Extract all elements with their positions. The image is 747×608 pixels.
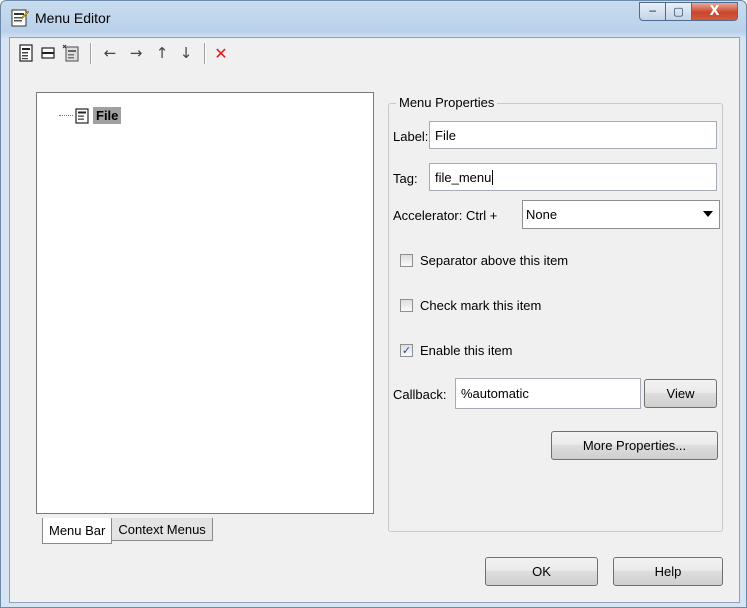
- checkmark-checkbox-label: Check mark this item: [420, 298, 542, 313]
- menu-editor-window: Menu Editor ─ ▢ X ← → ↑ ↓ ✕ File Menu Ba…: [0, 0, 747, 608]
- close-icon: X: [709, 4, 720, 19]
- label-field-value: File: [435, 127, 456, 143]
- tag-field-value: file_menu: [435, 169, 492, 185]
- separator-checkbox-label: Separator above this item: [420, 253, 569, 268]
- tree-item-file[interactable]: File: [59, 107, 122, 124]
- menu-tree[interactable]: File: [36, 92, 374, 514]
- separator-checkbox-row[interactable]: Separator above this item: [400, 253, 568, 268]
- toolbar: ← → ↑ ↓ ✕: [10, 38, 739, 68]
- maximize-icon: ▢: [673, 5, 684, 18]
- chevron-down-icon: [703, 211, 713, 217]
- enable-checkbox-row[interactable]: ✓ Enable this item: [400, 343, 513, 358]
- callback-field[interactable]: %automatic: [455, 378, 641, 409]
- view-button[interactable]: View: [644, 379, 717, 408]
- menu-item-icon: [75, 107, 89, 124]
- callback-field-value: %automatic: [461, 386, 529, 401]
- enable-checkbox[interactable]: ✓: [400, 344, 413, 357]
- tree-connector: [59, 115, 73, 116]
- new-menu-icon[interactable]: [18, 44, 34, 62]
- caption-buttons: ─ ▢ X: [639, 2, 738, 22]
- delete-icon[interactable]: ✕: [212, 44, 230, 63]
- move-right-icon[interactable]: →: [126, 44, 146, 62]
- new-menu-item-icon[interactable]: [62, 44, 80, 62]
- menu-properties-title: Menu Properties: [396, 95, 498, 110]
- ok-button[interactable]: OK: [485, 557, 598, 586]
- new-separator-icon[interactable]: [40, 44, 56, 62]
- tab-strip: Menu Bar Context Menus: [42, 518, 213, 544]
- accelerator-value: None: [526, 207, 558, 222]
- tag-caption: Tag:: [393, 171, 418, 186]
- toolbar-separator: [90, 43, 92, 64]
- move-up-icon[interactable]: ↑: [154, 44, 170, 62]
- toolbar-separator: [204, 43, 206, 64]
- menu-editor-app-icon: [11, 9, 29, 27]
- label-field[interactable]: File: [429, 121, 717, 149]
- move-left-icon[interactable]: ←: [100, 44, 120, 62]
- separator-checkbox[interactable]: [400, 254, 413, 267]
- checkmark-checkbox-row[interactable]: Check mark this item: [400, 298, 541, 313]
- accelerator-caption: Accelerator: Ctrl +: [393, 208, 498, 223]
- minimize-icon: ─: [649, 5, 656, 18]
- enable-checkbox-label: Enable this item: [420, 343, 513, 358]
- close-button[interactable]: X: [692, 2, 738, 21]
- callback-caption: Callback:: [393, 387, 447, 402]
- maximize-button[interactable]: ▢: [666, 2, 692, 21]
- help-button[interactable]: Help: [613, 557, 723, 586]
- tab-context-menus[interactable]: Context Menus: [111, 518, 213, 541]
- minimize-button[interactable]: ─: [639, 2, 666, 21]
- tab-menu-bar[interactable]: Menu Bar: [42, 518, 113, 544]
- checkmark-checkbox[interactable]: [400, 299, 413, 312]
- accelerator-dropdown[interactable]: None: [522, 200, 720, 229]
- text-caret: [492, 169, 494, 185]
- client-area: ← → ↑ ↓ ✕ File Menu Bar Context Menus Me…: [9, 37, 740, 603]
- more-properties-button[interactable]: More Properties...: [551, 431, 718, 460]
- window-title: Menu Editor: [35, 10, 111, 26]
- tree-item-label: File: [93, 107, 122, 124]
- label-caption: Label:: [393, 129, 429, 144]
- tag-field[interactable]: file_menu: [429, 163, 717, 191]
- checkmark-icon: ✓: [401, 344, 412, 357]
- move-down-icon[interactable]: ↓: [178, 44, 194, 62]
- title-bar[interactable]: Menu Editor ─ ▢ X: [1, 1, 746, 37]
